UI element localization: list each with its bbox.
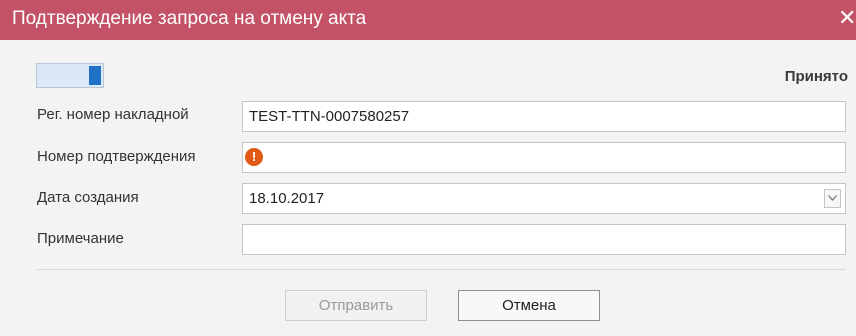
status-toggle[interactable]: [36, 63, 104, 88]
divider: [37, 269, 846, 270]
creation-date-value: 18.10.2017: [249, 190, 325, 207]
error-exclamation-icon: !: [245, 148, 263, 166]
dialog-title: Подтверждение запроса на отмену акта: [12, 8, 367, 29]
confirmation-number-input[interactable]: [242, 142, 846, 173]
waybill-number-label: Рег. номер накладной: [37, 106, 189, 123]
waybill-number-input[interactable]: TEST-TTN-0007580257: [242, 101, 846, 132]
note-label: Примечание: [37, 230, 124, 247]
chevron-down-icon[interactable]: [824, 189, 841, 208]
toggle-knob: [89, 66, 101, 85]
confirmation-number-label: Номер подтверждения: [37, 148, 196, 165]
creation-date-label: Дата создания: [37, 189, 139, 206]
dialog-titlebar: Подтверждение запроса на отмену акта ✕: [0, 0, 856, 40]
note-input[interactable]: [242, 224, 846, 255]
creation-date-select[interactable]: 18.10.2017: [242, 183, 846, 214]
close-icon[interactable]: ✕: [838, 4, 856, 32]
cancel-button[interactable]: Отмена: [458, 290, 600, 321]
status-label: Принято: [784, 68, 848, 85]
confirmation-dialog: Подтверждение запроса на отмену акта ✕ П…: [0, 0, 856, 336]
send-button[interactable]: Отправить: [285, 290, 427, 321]
